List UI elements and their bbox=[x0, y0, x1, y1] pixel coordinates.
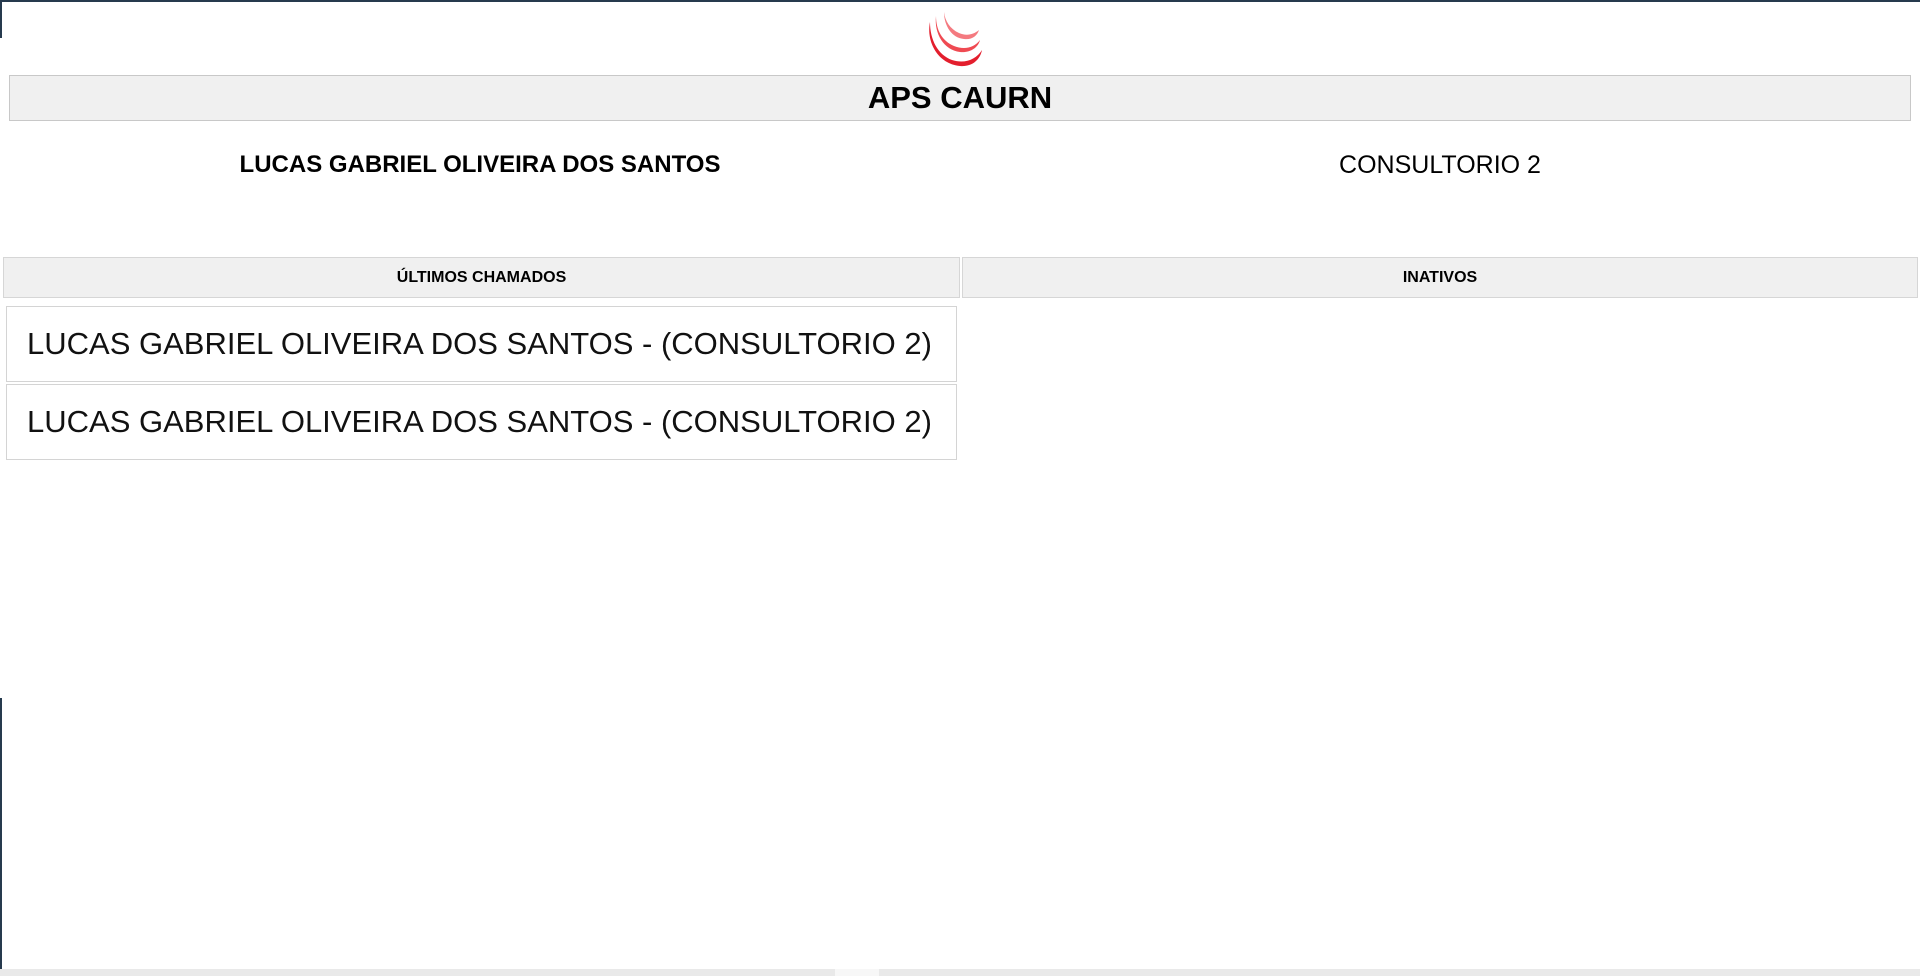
page-title: APS CAURN bbox=[9, 75, 1911, 121]
horizontal-scrollbar[interactable] bbox=[0, 969, 1920, 976]
window-edge bbox=[0, 698, 2, 976]
recent-calls-header: ÚLTIMOS CHAMADOS bbox=[3, 257, 960, 298]
call-panel-screen: APS CAURN LUCAS GABRIEL OLIVEIRA DOS SAN… bbox=[0, 0, 1920, 976]
inactive-header: INATIVOS bbox=[962, 257, 1918, 298]
window-edge bbox=[0, 0, 2, 38]
list-item: LUCAS GABRIEL OLIVEIRA DOS SANTOS - (CON… bbox=[6, 306, 957, 382]
recent-calls-list: LUCAS GABRIEL OLIVEIRA DOS SANTOS - (CON… bbox=[6, 306, 957, 462]
current-room: CONSULTORIO 2 bbox=[1339, 151, 1541, 179]
list-item: LUCAS GABRIEL OLIVEIRA DOS SANTOS - (CON… bbox=[6, 384, 957, 460]
current-patient-name: LUCAS GABRIEL OLIVEIRA DOS SANTOS bbox=[239, 151, 721, 178]
scrollbar-thumb[interactable] bbox=[835, 969, 879, 976]
red-swirl-logo-icon bbox=[929, 12, 982, 67]
window-edge bbox=[0, 0, 1920, 2]
